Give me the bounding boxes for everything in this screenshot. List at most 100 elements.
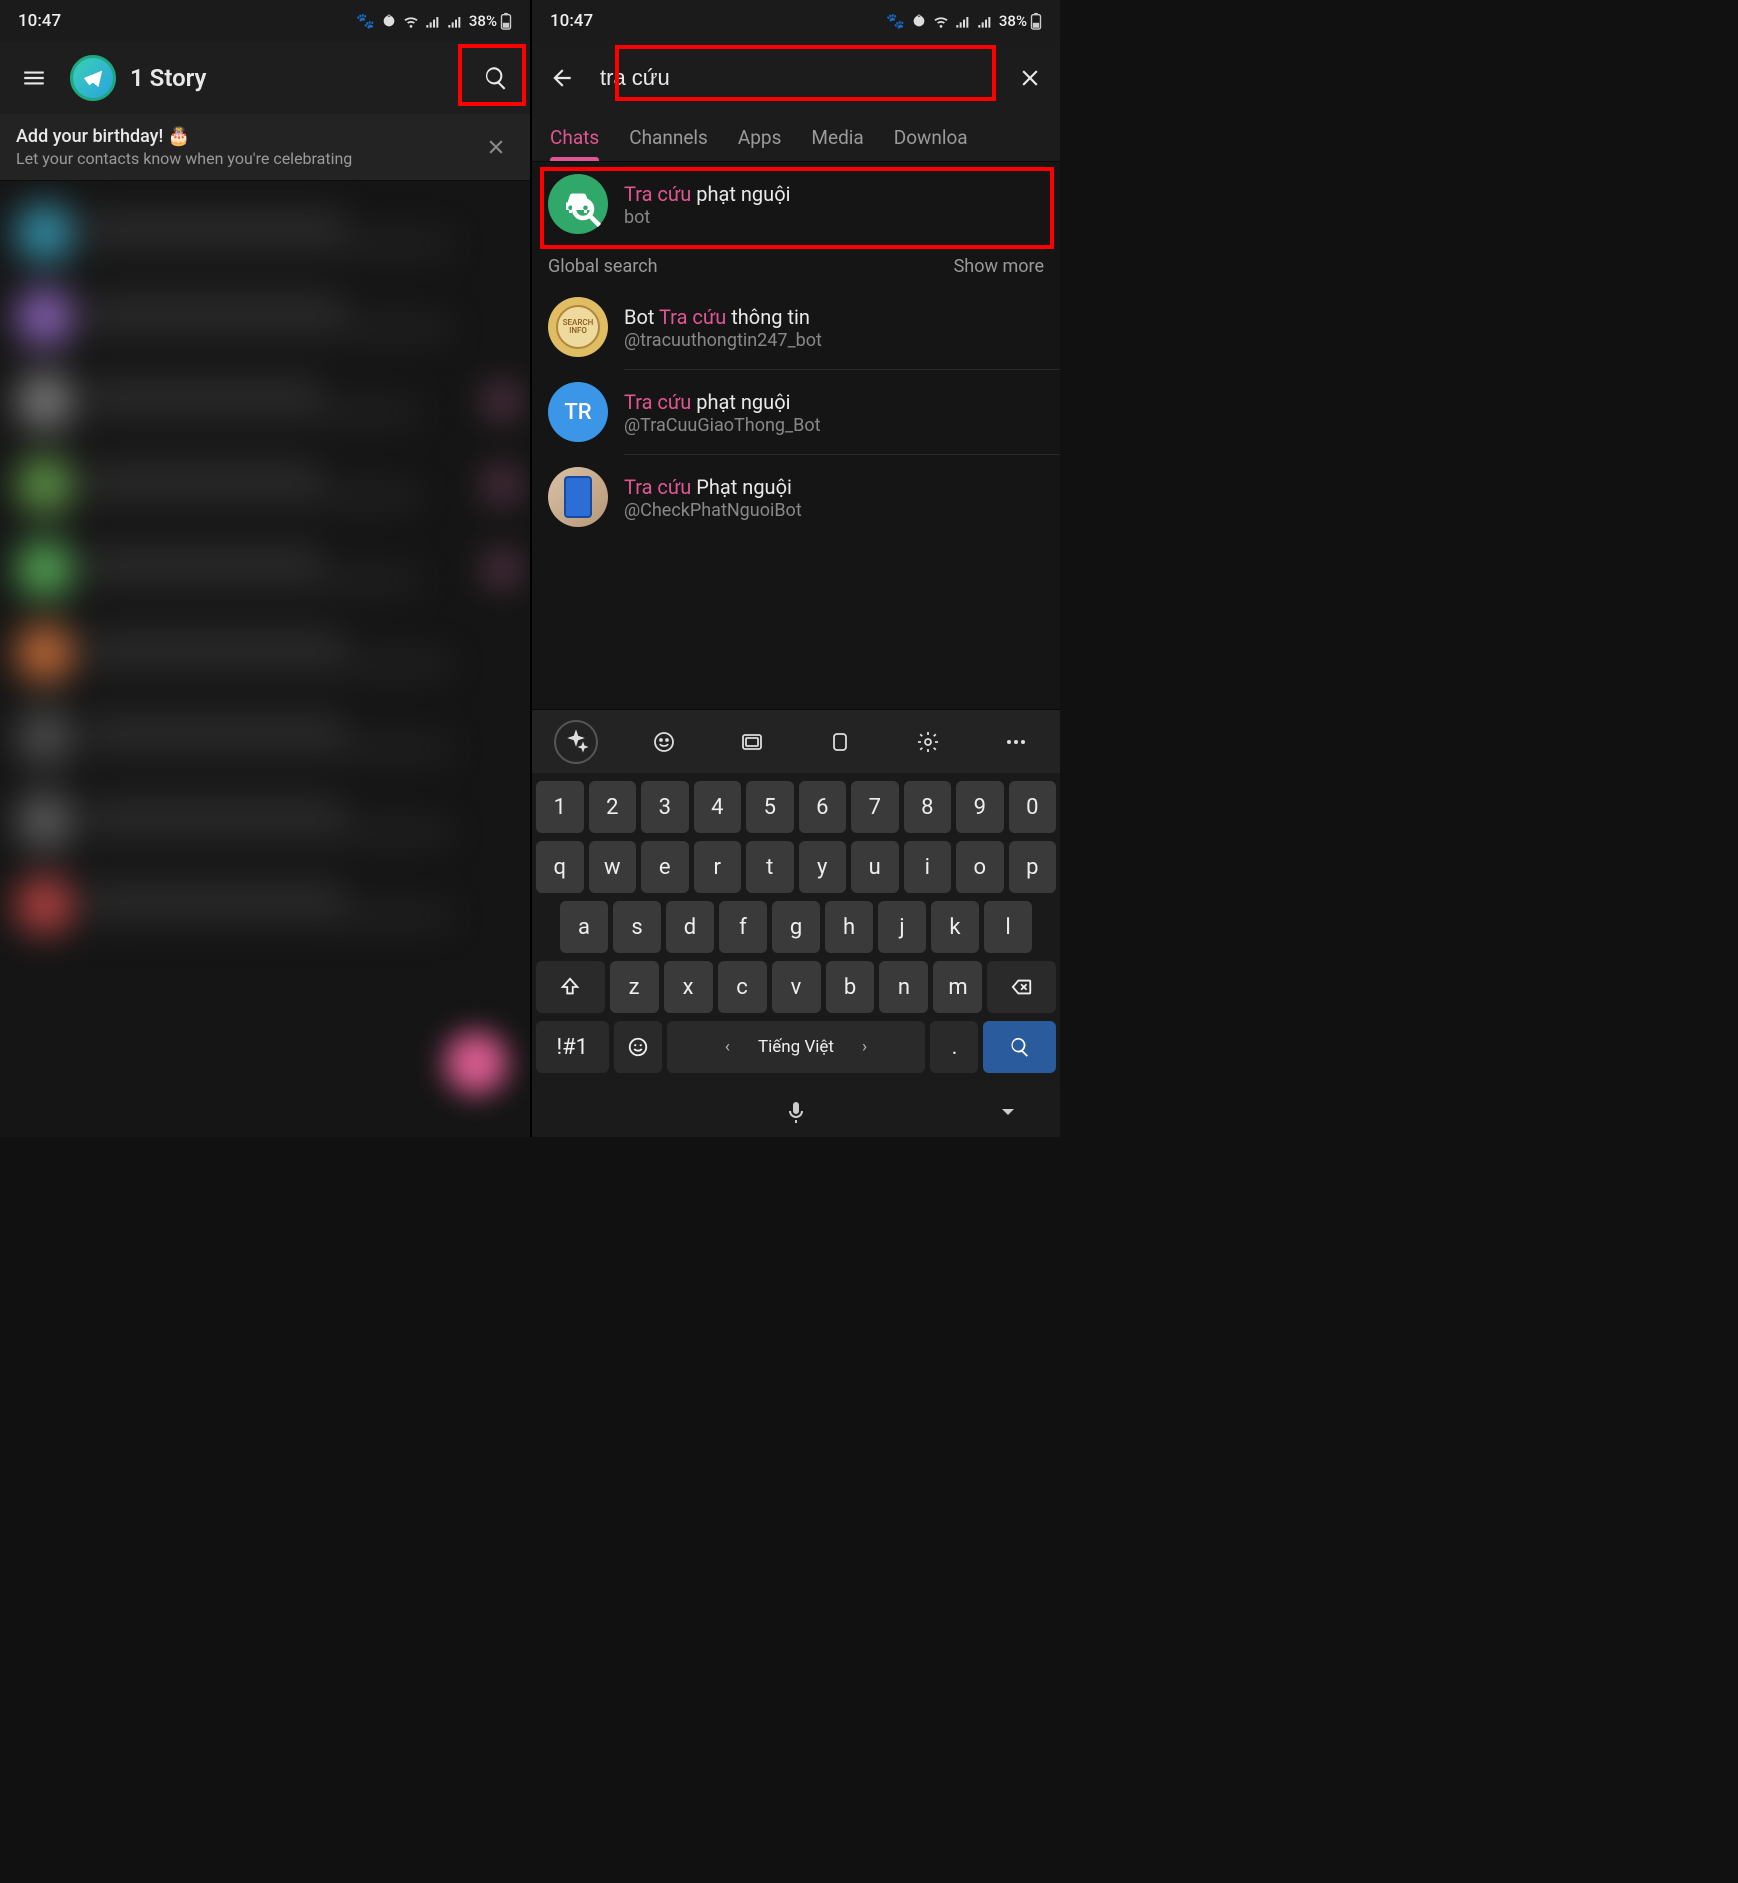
key-8[interactable]: 8 <box>904 781 952 833</box>
status-right: 🐾 38% <box>356 12 512 30</box>
key-v[interactable]: v <box>772 961 821 1013</box>
key-m[interactable]: m <box>933 961 982 1013</box>
key-shift[interactable] <box>536 961 605 1013</box>
key-r[interactable]: r <box>694 841 742 893</box>
alarm-icon <box>911 13 927 29</box>
key-2[interactable]: 2 <box>589 781 637 833</box>
key-d[interactable]: d <box>666 901 714 953</box>
collapse-keyboard-icon[interactable] <box>996 1100 1020 1124</box>
key-3[interactable]: 3 <box>641 781 689 833</box>
kb-ai-button[interactable] <box>554 720 598 764</box>
paw-icon: 🐾 <box>356 12 375 30</box>
key-0[interactable]: 0 <box>1009 781 1057 833</box>
banner-title: Add your birthday! 🎂 <box>16 126 478 147</box>
phone-left: 10:47 🐾 38% 1 Story Add your birthday! 🎂 <box>0 0 530 1137</box>
result-global-1[interactable]: SEARCHINFO Bot Tra cứu thông tin @tracuu… <box>532 285 1060 369</box>
key-7[interactable]: 7 <box>851 781 899 833</box>
back-button[interactable] <box>540 56 584 100</box>
key-s[interactable]: s <box>613 901 661 953</box>
chat-row[interactable] <box>0 779 530 863</box>
tab-channels[interactable]: Channels <box>629 114 708 161</box>
key-l[interactable]: l <box>984 901 1032 953</box>
banner-close-button[interactable] <box>478 129 514 165</box>
status-time: 10:47 <box>18 11 61 31</box>
chat-list[interactable] <box>0 181 530 1137</box>
tab-downloads[interactable]: Downloa <box>894 114 968 161</box>
kb-clipboard-button[interactable] <box>818 720 862 764</box>
smile-icon <box>627 1036 649 1058</box>
chat-row[interactable] <box>0 359 530 443</box>
chat-row[interactable] <box>0 275 530 359</box>
kb-emoji-button[interactable] <box>642 720 686 764</box>
signal-icon-2 <box>447 13 463 29</box>
kb-settings-button[interactable] <box>906 720 950 764</box>
tab-chats[interactable]: Chats <box>550 114 599 161</box>
kb-more-button[interactable] <box>994 720 1038 764</box>
result-global-3[interactable]: Tra cứu Phạt nguội @CheckPhatNguoiBot <box>532 455 1060 539</box>
chat-row[interactable] <box>0 863 530 947</box>
chat-row[interactable] <box>0 695 530 779</box>
highlight-search-button <box>458 44 526 106</box>
result-subtitle: @TraCuuGiaoThong_Bot <box>624 415 1044 436</box>
key-6[interactable]: 6 <box>799 781 847 833</box>
result-subtitle: @tracuuthongtin247_bot <box>624 330 1044 351</box>
show-more-link[interactable]: Show more <box>954 256 1044 277</box>
key-h[interactable]: h <box>825 901 873 953</box>
key-a[interactable]: a <box>560 901 608 953</box>
key-emoji[interactable] <box>614 1021 662 1073</box>
key-period[interactable]: . <box>930 1021 978 1073</box>
chat-row[interactable] <box>0 191 530 275</box>
search-tabs: Chats Channels Apps Media Downloa <box>532 114 1060 162</box>
chat-row[interactable] <box>0 611 530 695</box>
status-bar: 10:47 🐾 38% <box>0 0 530 42</box>
result-title: Tra cứu Phạt nguội <box>624 474 1044 500</box>
key-i[interactable]: i <box>904 841 952 893</box>
key-c[interactable]: c <box>718 961 767 1013</box>
key-g[interactable]: g <box>772 901 820 953</box>
result-subtitle: @CheckPhatNguoiBot <box>624 500 1044 521</box>
mic-icon[interactable] <box>784 1100 808 1124</box>
arrow-left-icon <box>549 65 575 91</box>
key-w[interactable]: w <box>589 841 637 893</box>
key-4[interactable]: 4 <box>694 781 742 833</box>
tab-apps[interactable]: Apps <box>738 114 782 161</box>
key-f[interactable]: f <box>719 901 767 953</box>
signal-icon-1 <box>955 13 971 29</box>
key-e[interactable]: e <box>641 841 689 893</box>
key-o[interactable]: o <box>956 841 1004 893</box>
key-symbols[interactable]: !#1 <box>536 1021 609 1073</box>
key-b[interactable]: b <box>826 961 875 1013</box>
result-title: Tra cứu phạt nguội <box>624 389 1044 415</box>
key-q[interactable]: q <box>536 841 584 893</box>
highlight-first-result <box>540 167 1054 249</box>
key-k[interactable]: k <box>931 901 979 953</box>
key-p[interactable]: p <box>1009 841 1057 893</box>
birthday-banner[interactable]: Add your birthday! 🎂 Let your contacts k… <box>0 114 530 181</box>
chat-row[interactable] <box>0 527 530 611</box>
telegram-header: 1 Story <box>0 42 530 114</box>
key-z[interactable]: z <box>610 961 659 1013</box>
compose-fab[interactable] <box>444 1031 508 1095</box>
key-x[interactable]: x <box>664 961 713 1013</box>
key-5[interactable]: 5 <box>746 781 794 833</box>
signal-icon-1 <box>425 13 441 29</box>
key-space[interactable]: ‹ Tiếng Việt › <box>667 1021 926 1073</box>
key-9[interactable]: 9 <box>956 781 1004 833</box>
tab-media[interactable]: Media <box>811 114 863 161</box>
key-t[interactable]: t <box>746 841 794 893</box>
status-time: 10:47 <box>550 11 593 31</box>
avatar <box>548 467 608 527</box>
key-y[interactable]: y <box>799 841 847 893</box>
result-global-2[interactable]: TR Tra cứu phạt nguội @TraCuuGiaoThong_B… <box>532 370 1060 454</box>
clear-search-button[interactable] <box>1008 56 1052 100</box>
menu-button[interactable] <box>12 56 56 100</box>
key-n[interactable]: n <box>879 961 928 1013</box>
chat-row[interactable] <box>0 443 530 527</box>
key-backspace[interactable] <box>987 961 1056 1013</box>
sparkle-icon <box>564 730 588 754</box>
key-j[interactable]: j <box>878 901 926 953</box>
key-1[interactable]: 1 <box>536 781 584 833</box>
key-u[interactable]: u <box>851 841 899 893</box>
kb-gif-button[interactable] <box>730 720 774 764</box>
key-search[interactable] <box>983 1021 1056 1073</box>
